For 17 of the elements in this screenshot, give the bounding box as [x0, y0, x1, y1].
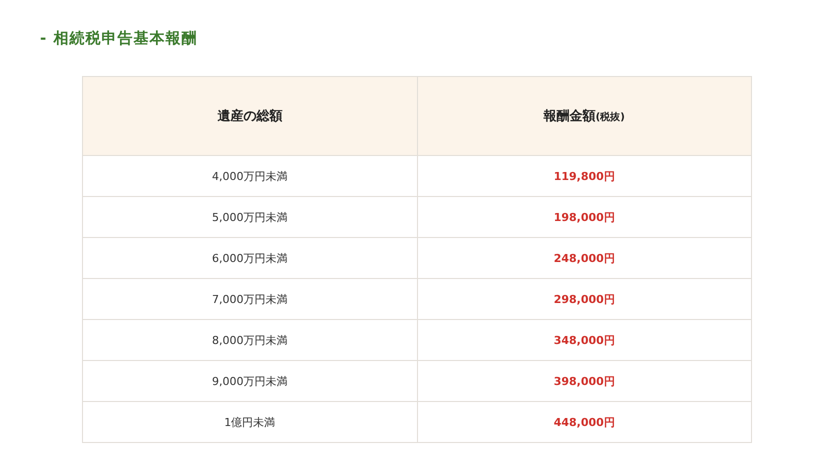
table-cell: 119,800円 [417, 156, 752, 196]
table-cell: 8,000万円未満 [82, 320, 417, 360]
section-title: - 相続税申告基本報酬 [40, 29, 198, 48]
table-cell: 198,000円 [417, 196, 752, 238]
table-cell: 348,000円 [417, 320, 752, 360]
column-header: 報酬金額(税抜) [417, 76, 752, 156]
table-cell: 398,000円 [417, 360, 752, 402]
table-cell: 4,000万円未満 [82, 156, 417, 196]
table-cell: 6,000万円未満 [82, 238, 417, 278]
column-header: 遺産の総額 [82, 76, 417, 156]
table-cell: 248,000円 [417, 238, 752, 278]
table-cell: 448,000円 [417, 402, 752, 442]
table-cell: 298,000円 [417, 278, 752, 320]
table-cell: 1億円未満 [82, 402, 417, 442]
table-cell: 7,000万円未満 [82, 278, 417, 320]
table-cell: 9,000万円未満 [82, 360, 417, 402]
table-cell: 5,000万円未満 [82, 196, 417, 238]
